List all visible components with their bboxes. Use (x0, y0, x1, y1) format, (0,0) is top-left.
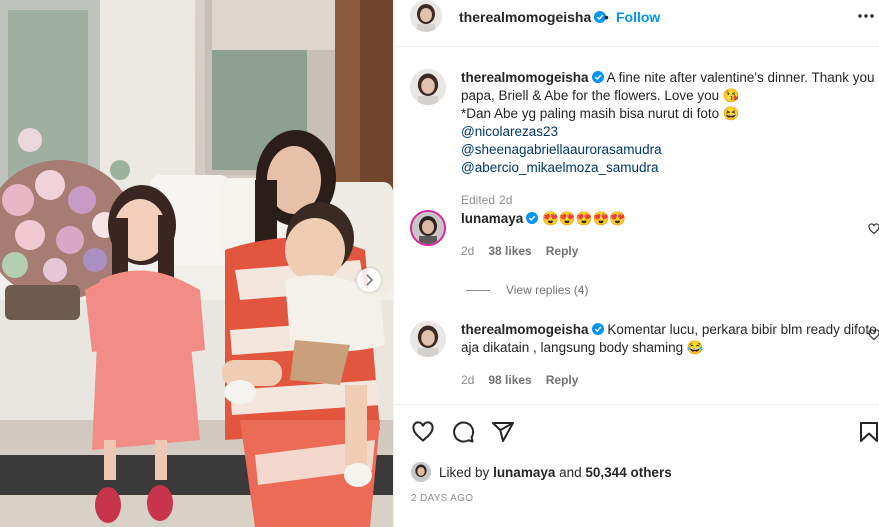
reply-button[interactable]: Reply (546, 244, 579, 258)
reply-button[interactable]: Reply (546, 373, 579, 387)
comment-username[interactable]: lunamaya (461, 211, 523, 226)
replies-divider-line (466, 289, 490, 291)
family-photo-illustration (0, 0, 393, 527)
view-replies-button[interactable]: View replies (4) (466, 283, 588, 297)
author-avatar[interactable] (410, 0, 442, 32)
comment-like-heart-icon[interactable] (868, 329, 879, 341)
instagram-post: therealmomogeisha • Follow therealmomoge (0, 0, 879, 527)
bookmark-icon[interactable] (857, 420, 879, 444)
liked-by-prefix: Liked by (439, 464, 490, 480)
view-replies-label[interactable]: View replies (4) (506, 283, 588, 297)
avatar-image (410, 69, 446, 105)
caption-username[interactable]: therealmomogeisha (461, 70, 589, 85)
likes-summary: Liked by lunamaya and 50,344 others (411, 462, 672, 482)
liker-avatar[interactable] (411, 462, 431, 482)
post-side-panel: therealmomogeisha • Follow therealmomoge (393, 0, 879, 527)
author-username-text[interactable]: therealmomogeisha (459, 9, 591, 25)
post-header: therealmomogeisha • Follow (394, 0, 879, 47)
verified-badge-icon (591, 323, 604, 335)
edited-label: Edited (461, 193, 496, 207)
caption-avatar[interactable] (410, 69, 446, 105)
avatar-image (410, 321, 446, 357)
share-icon[interactable] (491, 420, 515, 444)
liked-by-and: and (559, 464, 582, 480)
verified-badge-icon (591, 71, 604, 83)
next-photo-button[interactable] (357, 268, 381, 292)
caption-meta: Edited 2d (461, 191, 877, 209)
author-username[interactable]: therealmomogeisha (459, 9, 607, 25)
comment-username[interactable]: therealmomogeisha (461, 322, 589, 337)
comment-age: 2d (461, 244, 475, 258)
comment-like-heart-icon[interactable] (868, 223, 879, 235)
heart-icon[interactable] (411, 420, 435, 444)
comment-text: 😍😍😍😍😍 (542, 211, 627, 226)
comment-meta: 2d 38 likes Reply (461, 242, 877, 260)
comment-body: lunamaya 😍😍😍😍😍 2d 38 likes Reply (461, 210, 877, 260)
more-options-icon[interactable] (856, 6, 876, 26)
caption-line-2: *Dan Abe yg paling masih bisa nurut di f… (461, 106, 740, 121)
next-chevron-icon (366, 274, 374, 286)
avatar-image (411, 462, 431, 482)
likes-count[interactable]: 50,344 others (585, 465, 671, 480)
comment-meta: 2d 98 likes Reply (461, 371, 877, 389)
commenter-avatar[interactable] (410, 210, 446, 246)
header-separator-dot: • (604, 9, 609, 25)
commenter-avatar[interactable] (410, 321, 446, 357)
caption-text: therealmomogeisha A fine nite after vale… (461, 69, 877, 209)
post-photo[interactable] (0, 0, 393, 527)
comment-likes[interactable]: 38 likes (488, 244, 531, 258)
post-actions-section: Liked by lunamaya and 50,344 others 2 DA… (394, 404, 879, 527)
avatar-image (412, 212, 444, 244)
post-time-ago[interactable]: 2 DAYS AGO (411, 493, 473, 504)
mention-link[interactable]: @nicolarezas23 (461, 123, 877, 141)
mention-link[interactable]: @abercio_mikaelmoza_samudra (461, 159, 877, 177)
liked-by-user[interactable]: lunamaya (493, 465, 555, 480)
verified-badge-icon (526, 212, 539, 224)
comment-icon[interactable] (451, 420, 475, 444)
caption-age: 2d (499, 193, 513, 207)
comment-likes[interactable]: 98 likes (488, 373, 531, 387)
comment-age: 2d (461, 373, 475, 387)
mention-link[interactable]: @sheenagabriellaaurorasamudra (461, 141, 877, 159)
follow-button[interactable]: Follow (616, 9, 660, 25)
avatar-image (410, 0, 442, 32)
comment-body: therealmomogeisha Komentar lucu, perkara… (461, 321, 877, 389)
